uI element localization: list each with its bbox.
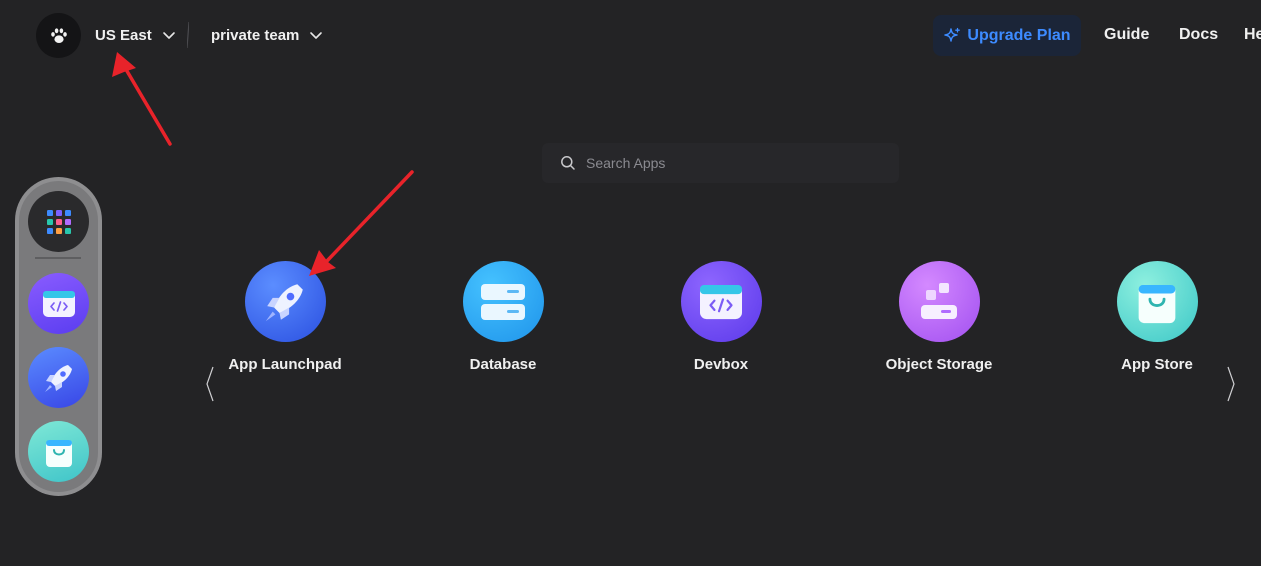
app-launchpad[interactable]: App Launchpad (205, 261, 365, 373)
region-selector[interactable]: US East (95, 24, 176, 46)
search-bar[interactable] (542, 143, 899, 183)
sparkle-icon (944, 27, 961, 42)
docs-link[interactable]: Docs (1179, 26, 1218, 44)
desktop: US East private team Upgrade Plan Guide … (0, 0, 1261, 566)
workspace-avatar[interactable] (36, 13, 81, 58)
search-input[interactable] (584, 154, 878, 172)
app-label: Devbox (693, 356, 749, 373)
app-launchpad-icon (44, 364, 72, 392)
chevron-down-icon (310, 32, 323, 39)
apps-grid-icon (46, 209, 71, 234)
devbox-icon (700, 284, 742, 319)
app-object-storage[interactable]: Object Storage (859, 261, 1019, 373)
dock-app-launchpad[interactable] (28, 347, 89, 408)
app-label: Object Storage (885, 356, 993, 373)
app-dock (15, 177, 102, 496)
upgrade-plan-button[interactable]: Upgrade Plan (933, 15, 1081, 56)
app-store-icon (45, 439, 72, 467)
team-label: private team (211, 26, 300, 44)
dock-apps-grid[interactable] (28, 191, 89, 252)
breadcrumb-separator (187, 22, 189, 48)
paw-icon (50, 27, 67, 43)
dock-app-store[interactable] (28, 421, 89, 482)
annotation-arrow-region (112, 52, 172, 146)
search-icon (561, 156, 575, 170)
shopping-bag-icon (1138, 284, 1176, 323)
rocket-icon (265, 283, 303, 321)
chevron-down-icon (162, 32, 175, 39)
guide-link[interactable]: Guide (1104, 26, 1149, 44)
team-selector[interactable]: private team (211, 24, 323, 46)
app-app-store[interactable]: App Store (1077, 261, 1237, 373)
object-storage-icon (921, 282, 957, 319)
app-label: App Store (1121, 356, 1193, 373)
dock-divider (35, 257, 81, 259)
app-devbox[interactable]: Devbox (641, 261, 801, 373)
dock-devbox[interactable] (28, 273, 89, 334)
app-label: App Launchpad (228, 356, 342, 373)
annotation-arrows (112, 52, 414, 276)
help-link[interactable]: He (1244, 26, 1261, 44)
region-label: US East (95, 26, 152, 44)
app-label: Database (469, 356, 537, 373)
database-icon (481, 283, 525, 320)
upgrade-plan-label: Upgrade Plan (967, 26, 1071, 44)
app-database[interactable]: Database (423, 261, 583, 373)
devbox-icon (42, 290, 75, 317)
